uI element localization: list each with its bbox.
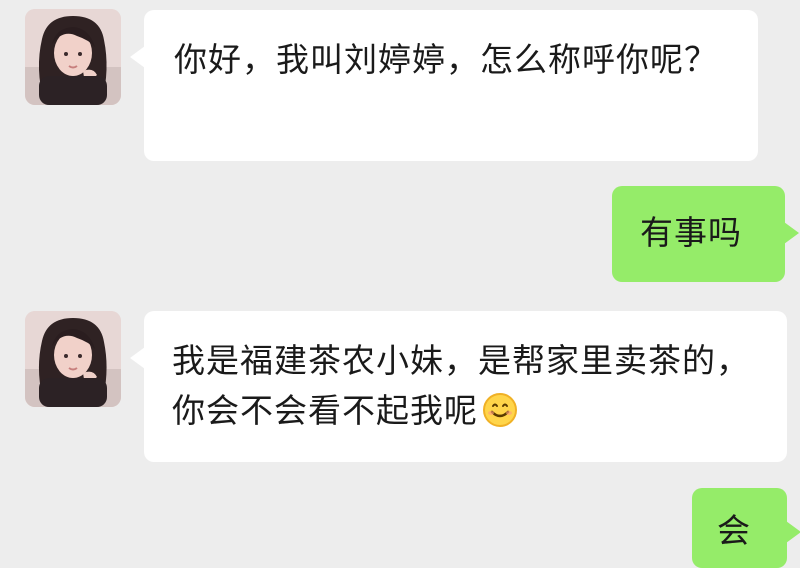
bubble-tail: [786, 521, 800, 543]
female-avatar-icon: [25, 9, 121, 105]
message-text: 会: [717, 511, 751, 550]
message-text: 我是福建茶农小妹，是帮家里卖茶的，你会不会看不起我呢: [172, 341, 750, 430]
smiling-face-emoji: [483, 393, 517, 427]
message-text: 你好，我叫刘婷婷，怎么称呼你呢？: [174, 40, 718, 79]
bubble-tail: [130, 46, 145, 68]
female-avatar-icon: [25, 311, 121, 407]
sender-avatar[interactable]: [25, 9, 121, 105]
message-text: 有事吗: [640, 213, 742, 252]
chat-history[interactable]: 你好，我叫刘婷婷，怎么称呼你呢？ 有事吗 我是福建茶农小妹，是帮家里卖茶的，你会…: [0, 0, 800, 568]
bubble-tail: [784, 222, 799, 244]
sender-avatar[interactable]: [25, 311, 121, 407]
bubble-tail: [130, 347, 145, 369]
